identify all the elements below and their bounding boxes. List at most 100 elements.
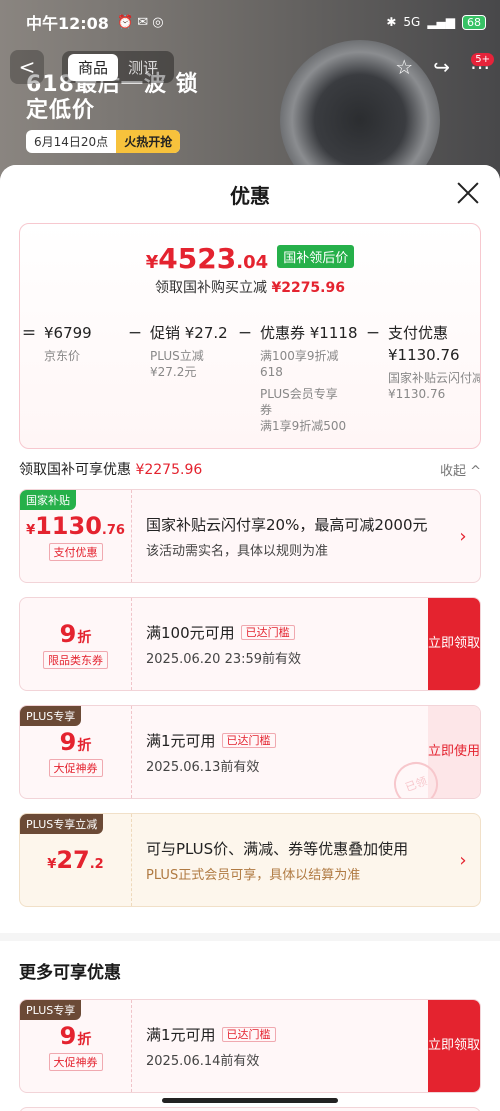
card-title-text: 满1元可用: [146, 1025, 216, 1044]
tab-product[interactable]: 商品: [68, 53, 119, 81]
amount-int: 9: [59, 1021, 77, 1050]
bk-head: 优惠券 ¥1118: [260, 324, 358, 342]
star-icon[interactable]: ☆: [395, 55, 413, 79]
chevron-right-icon[interactable]: ›: [446, 490, 480, 582]
price-tag: 国补领后价: [277, 245, 355, 268]
price-summary-card: ¥ 4523 .04 国补领后价 领取国补购买立减 ¥2275.96 = ¥67…: [19, 223, 481, 449]
card-corner-tag: 国家补贴: [20, 490, 76, 510]
card-title-text: 满1元可用: [146, 731, 216, 750]
plus-discount-card[interactable]: PLUS专享立减 ¥27.2 可与PLUS价、满减、券等优惠叠加使用 PLUS正…: [19, 813, 481, 907]
share-icon[interactable]: ↪: [433, 55, 450, 79]
price-int: 4523: [158, 242, 237, 275]
amount-dec: .76: [101, 522, 125, 538]
bk-head: 支付优惠 ¥1130.76: [388, 324, 460, 364]
bk-line: 京东价: [44, 349, 81, 363]
card-corner-tag: PLUS专享: [20, 706, 82, 726]
bk-line: PLUS会员专享: [260, 387, 338, 401]
network-label: 5G: [403, 15, 421, 29]
home-indicator[interactable]: [162, 1098, 338, 1103]
bk-line: ¥1130.76: [388, 387, 446, 401]
signal-icon: ▂▄▆: [427, 15, 455, 29]
back-button[interactable]: <: [10, 50, 44, 84]
card-sublabel: 支付优惠: [48, 542, 103, 561]
card-amount: ¥27.2: [47, 846, 103, 874]
coupon-card: PLUS专享 9折 大促神券 满1元可用 已达门槛 2025.06.13前有效 已…: [19, 705, 481, 799]
card-sublabel: 大促神券: [48, 758, 103, 777]
amount-int: 9: [59, 727, 77, 756]
card-amount: 9折: [60, 728, 92, 756]
card-left: 9折 限品类东券: [20, 598, 132, 690]
card-left: PLUS专享 9折 大促神券: [20, 706, 132, 798]
subsidy-section-header: 领取国补可享优惠 ¥2275.96 收起 ^: [19, 449, 481, 489]
op-minus: −: [127, 323, 143, 343]
card-body: 国家补贴云闪付享20%，最高可减2000元 该活动需实名，具体以规则为准: [132, 490, 446, 582]
close-icon[interactable]: [456, 181, 480, 205]
status-bar: 中午12:08 ⏰ ✉ ◎ ✱ 5G ▂▄▆ 68: [0, 0, 500, 44]
coupon-card-partial: [19, 1107, 481, 1111]
more-icon[interactable]: ⋯ 5+: [470, 53, 494, 79]
more-title: 更多可享优惠: [19, 962, 121, 983]
card-title-text: 满100元可用: [146, 623, 235, 642]
bk-line: ¥27.2元: [150, 365, 197, 379]
status-time: 中午12:08: [26, 14, 109, 33]
amount-int: 9: [59, 619, 77, 648]
card-expiry: 2025.06.13前有效: [146, 759, 260, 775]
section-amount: ¥2275.96: [135, 462, 203, 478]
tab-review[interactable]: 测评: [118, 54, 168, 81]
bk-line: PLUS立减: [150, 349, 204, 363]
breakdown-promo: 促销 ¥27.2 PLUS立减 ¥27.2元: [150, 322, 234, 434]
promo-date: 6月14日20点 火热开抢: [26, 130, 181, 153]
claim-button[interactable]: 立即领取: [428, 1000, 480, 1092]
subline-amount: ¥2275.96: [271, 280, 345, 296]
nav-tabs: 商品 测评: [62, 51, 175, 83]
subsidy-card[interactable]: 国家补贴 ¥1130.76 支付优惠 国家补贴云闪付享20%，最高可减2000元…: [19, 489, 481, 583]
bk-line: 满1享9折减500: [260, 419, 347, 433]
amount-unit: 折: [77, 629, 92, 646]
coupon-card: PLUS专享 9折 大促神券 满1元可用 已达门槛 2025.06.14前有效 立…: [19, 999, 481, 1093]
card-amount: ¥1130.76: [26, 512, 125, 540]
card-expiry: 2025.06.20 23:59前有效: [146, 651, 302, 667]
status-right: ✱ 5G ▂▄▆ 68: [386, 14, 486, 30]
card-body: 满1元可用 已达门槛 2025.06.14前有效: [132, 1000, 428, 1092]
card-corner-tag: PLUS专享: [20, 1000, 82, 1020]
card-body: 可与PLUS价、满减、券等优惠叠加使用 PLUS正式会员可享，具体以结算为准: [132, 814, 446, 906]
op-equals: =: [21, 323, 37, 343]
chevron-left-icon: <: [18, 55, 36, 79]
threshold-badge: 已达门槛: [221, 732, 276, 748]
card-title: 可与PLUS价、满减、券等优惠叠加使用: [146, 839, 409, 858]
bk-line: 满100享9折减: [260, 349, 339, 363]
bk-line: 券: [260, 403, 273, 417]
breakdown-payment: 支付优惠 ¥1130.76 国家补贴云闪付减 ¥1130.76: [388, 322, 481, 434]
price-currency: ¥: [145, 252, 159, 273]
amount-unit: 折: [77, 737, 92, 754]
price-breakdown: = ¥6799 京东价 − 促销 ¥27.2 PLUS立减 ¥27.2元 − 优…: [20, 322, 481, 434]
threshold-badge: 已达门槛: [221, 1026, 276, 1042]
amount-unit: 折: [77, 1031, 92, 1048]
card-title: 满1元可用 已达门槛: [146, 1024, 414, 1046]
card-title: 满100元可用 已达门槛: [146, 622, 414, 644]
op-minus: −: [365, 323, 381, 343]
card-desc: 该活动需实名，具体以规则为准: [146, 543, 329, 559]
amount-dec: .2: [89, 857, 104, 872]
claim-button[interactable]: 立即领取: [428, 598, 480, 690]
bk-line: 国家补贴云闪付减: [388, 371, 481, 385]
bk-line: 618: [260, 365, 283, 379]
op-minus: −: [237, 323, 253, 343]
amount-currency: ¥: [47, 857, 57, 872]
bk-head: 促销 ¥27.2: [150, 324, 228, 342]
card-body: 满100元可用 已达门槛 2025.06.20 23:59前有效: [132, 598, 428, 690]
promo-banner: 618最后一波 锁定低价 6月14日20点 火热开抢: [26, 72, 206, 162]
card-amount: 9折: [60, 620, 92, 648]
chevron-right-icon[interactable]: ›: [446, 814, 480, 906]
discount-sheet: 优惠 ¥ 4523 .04 国补领后价 领取国补购买立减 ¥2275.96 = …: [0, 165, 500, 1111]
card-desc: PLUS正式会员可享，具体以结算为准: [146, 867, 361, 883]
bk-head: ¥6799: [44, 324, 92, 342]
collapse-button[interactable]: 收起 ^: [440, 460, 481, 479]
card-left: PLUS专享立减 ¥27.2: [20, 814, 132, 906]
more-discounts-section: 更多可享优惠 PLUS专享 9折 大促神券 满1元可用 已达门槛 2025.06.…: [0, 941, 500, 1111]
card-body: 满1元可用 已达门槛 2025.06.13前有效: [132, 706, 428, 798]
price-subline: 领取国补购买立减 ¥2275.96: [20, 277, 480, 297]
amount-int: 1130: [35, 511, 102, 540]
main-section: ¥ 4523 .04 国补领后价 领取国补购买立减 ¥2275.96 = ¥67…: [0, 223, 500, 933]
card-expiry: 2025.06.14前有效: [146, 1053, 260, 1069]
